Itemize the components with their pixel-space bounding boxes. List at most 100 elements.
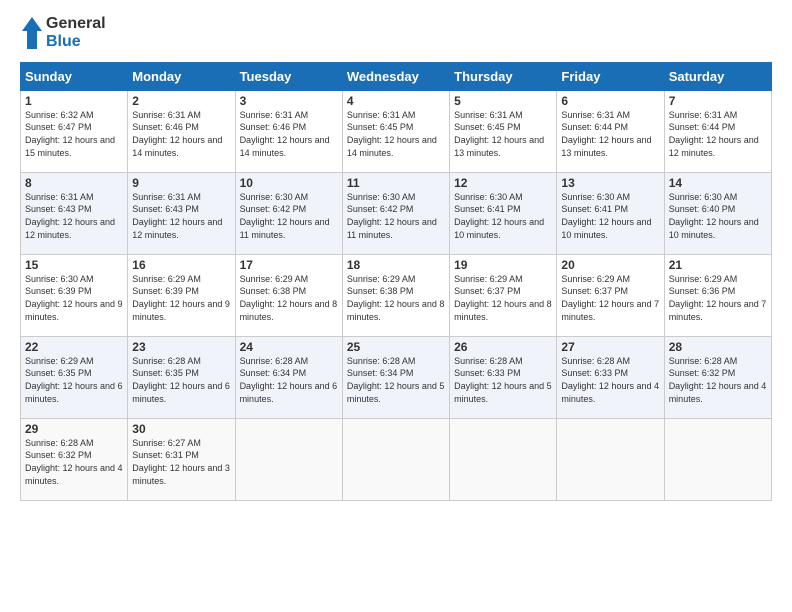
calendar-cell — [342, 418, 449, 500]
day-number: 17 — [240, 258, 338, 272]
day-number: 18 — [347, 258, 445, 272]
day-info: Sunrise: 6:31 AMSunset: 6:43 PMDaylight:… — [25, 191, 123, 241]
calendar-cell: 6Sunrise: 6:31 AMSunset: 6:44 PMDaylight… — [557, 90, 664, 172]
header: General Blue — [20, 15, 772, 52]
calendar-header-row: SundayMondayTuesdayWednesdayThursdayFrid… — [21, 62, 772, 90]
day-number: 22 — [25, 340, 123, 354]
calendar-cell: 2Sunrise: 6:31 AMSunset: 6:46 PMDaylight… — [128, 90, 235, 172]
day-info: Sunrise: 6:28 AMSunset: 6:33 PMDaylight:… — [561, 355, 659, 405]
day-number: 7 — [669, 94, 767, 108]
day-number: 14 — [669, 176, 767, 190]
calendar-cell: 23Sunrise: 6:28 AMSunset: 6:35 PMDayligh… — [128, 336, 235, 418]
day-number: 6 — [561, 94, 659, 108]
day-info: Sunrise: 6:29 AMSunset: 6:39 PMDaylight:… — [132, 273, 230, 323]
day-info: Sunrise: 6:29 AMSunset: 6:35 PMDaylight:… — [25, 355, 123, 405]
day-number: 27 — [561, 340, 659, 354]
day-info: Sunrise: 6:30 AMSunset: 6:39 PMDaylight:… — [25, 273, 123, 323]
calendar-cell: 27Sunrise: 6:28 AMSunset: 6:33 PMDayligh… — [557, 336, 664, 418]
day-number: 5 — [454, 94, 552, 108]
day-number: 30 — [132, 422, 230, 436]
calendar-cell: 14Sunrise: 6:30 AMSunset: 6:40 PMDayligh… — [664, 172, 771, 254]
day-info: Sunrise: 6:29 AMSunset: 6:37 PMDaylight:… — [561, 273, 659, 323]
calendar-cell — [235, 418, 342, 500]
day-info: Sunrise: 6:30 AMSunset: 6:41 PMDaylight:… — [561, 191, 659, 241]
day-number: 8 — [25, 176, 123, 190]
day-number: 24 — [240, 340, 338, 354]
calendar-cell: 8Sunrise: 6:31 AMSunset: 6:43 PMDaylight… — [21, 172, 128, 254]
calendar-week-1: 1Sunrise: 6:32 AMSunset: 6:47 PMDaylight… — [21, 90, 772, 172]
calendar-cell: 24Sunrise: 6:28 AMSunset: 6:34 PMDayligh… — [235, 336, 342, 418]
day-number: 23 — [132, 340, 230, 354]
calendar-cell: 26Sunrise: 6:28 AMSunset: 6:33 PMDayligh… — [450, 336, 557, 418]
day-info: Sunrise: 6:29 AMSunset: 6:38 PMDaylight:… — [347, 273, 445, 323]
calendar-cell — [557, 418, 664, 500]
calendar-week-2: 8Sunrise: 6:31 AMSunset: 6:43 PMDaylight… — [21, 172, 772, 254]
calendar-cell: 28Sunrise: 6:28 AMSunset: 6:32 PMDayligh… — [664, 336, 771, 418]
day-info: Sunrise: 6:31 AMSunset: 6:44 PMDaylight:… — [669, 109, 767, 159]
day-number: 16 — [132, 258, 230, 272]
logo-general: General — [46, 15, 106, 33]
day-info: Sunrise: 6:29 AMSunset: 6:38 PMDaylight:… — [240, 273, 338, 323]
logo-bird-icon — [20, 15, 44, 51]
calendar-header-tuesday: Tuesday — [235, 62, 342, 90]
calendar-cell: 18Sunrise: 6:29 AMSunset: 6:38 PMDayligh… — [342, 254, 449, 336]
day-info: Sunrise: 6:31 AMSunset: 6:46 PMDaylight:… — [240, 109, 338, 159]
day-number: 13 — [561, 176, 659, 190]
calendar-cell: 10Sunrise: 6:30 AMSunset: 6:42 PMDayligh… — [235, 172, 342, 254]
day-number: 28 — [669, 340, 767, 354]
calendar-header-thursday: Thursday — [450, 62, 557, 90]
day-info: Sunrise: 6:28 AMSunset: 6:34 PMDaylight:… — [240, 355, 338, 405]
calendar-header-monday: Monday — [128, 62, 235, 90]
calendar-cell: 25Sunrise: 6:28 AMSunset: 6:34 PMDayligh… — [342, 336, 449, 418]
calendar-cell: 9Sunrise: 6:31 AMSunset: 6:43 PMDaylight… — [128, 172, 235, 254]
calendar-cell: 1Sunrise: 6:32 AMSunset: 6:47 PMDaylight… — [21, 90, 128, 172]
calendar-cell: 29Sunrise: 6:28 AMSunset: 6:32 PMDayligh… — [21, 418, 128, 500]
calendar-cell: 3Sunrise: 6:31 AMSunset: 6:46 PMDaylight… — [235, 90, 342, 172]
calendar-header-wednesday: Wednesday — [342, 62, 449, 90]
day-info: Sunrise: 6:29 AMSunset: 6:36 PMDaylight:… — [669, 273, 767, 323]
calendar-week-4: 22Sunrise: 6:29 AMSunset: 6:35 PMDayligh… — [21, 336, 772, 418]
day-info: Sunrise: 6:28 AMSunset: 6:32 PMDaylight:… — [25, 437, 123, 487]
calendar-cell: 5Sunrise: 6:31 AMSunset: 6:45 PMDaylight… — [450, 90, 557, 172]
day-info: Sunrise: 6:29 AMSunset: 6:37 PMDaylight:… — [454, 273, 552, 323]
calendar-cell: 20Sunrise: 6:29 AMSunset: 6:37 PMDayligh… — [557, 254, 664, 336]
calendar-week-5: 29Sunrise: 6:28 AMSunset: 6:32 PMDayligh… — [21, 418, 772, 500]
day-number: 1 — [25, 94, 123, 108]
logo-container: General Blue — [20, 15, 106, 52]
logo-blue: Blue — [46, 33, 106, 51]
day-number: 25 — [347, 340, 445, 354]
day-number: 15 — [25, 258, 123, 272]
calendar-header-friday: Friday — [557, 62, 664, 90]
calendar-cell: 19Sunrise: 6:29 AMSunset: 6:37 PMDayligh… — [450, 254, 557, 336]
day-info: Sunrise: 6:31 AMSunset: 6:45 PMDaylight:… — [347, 109, 445, 159]
day-number: 4 — [347, 94, 445, 108]
day-info: Sunrise: 6:30 AMSunset: 6:40 PMDaylight:… — [669, 191, 767, 241]
day-number: 3 — [240, 94, 338, 108]
calendar-cell: 17Sunrise: 6:29 AMSunset: 6:38 PMDayligh… — [235, 254, 342, 336]
calendar-cell: 22Sunrise: 6:29 AMSunset: 6:35 PMDayligh… — [21, 336, 128, 418]
calendar-cell — [664, 418, 771, 500]
day-number: 19 — [454, 258, 552, 272]
day-info: Sunrise: 6:30 AMSunset: 6:41 PMDaylight:… — [454, 191, 552, 241]
day-info: Sunrise: 6:30 AMSunset: 6:42 PMDaylight:… — [240, 191, 338, 241]
day-info: Sunrise: 6:31 AMSunset: 6:44 PMDaylight:… — [561, 109, 659, 159]
day-info: Sunrise: 6:30 AMSunset: 6:42 PMDaylight:… — [347, 191, 445, 241]
calendar-cell — [450, 418, 557, 500]
day-info: Sunrise: 6:28 AMSunset: 6:32 PMDaylight:… — [669, 355, 767, 405]
day-info: Sunrise: 6:28 AMSunset: 6:35 PMDaylight:… — [132, 355, 230, 405]
calendar-cell: 13Sunrise: 6:30 AMSunset: 6:41 PMDayligh… — [557, 172, 664, 254]
day-info: Sunrise: 6:31 AMSunset: 6:45 PMDaylight:… — [454, 109, 552, 159]
day-info: Sunrise: 6:28 AMSunset: 6:34 PMDaylight:… — [347, 355, 445, 405]
day-number: 26 — [454, 340, 552, 354]
day-number: 2 — [132, 94, 230, 108]
day-number: 11 — [347, 176, 445, 190]
day-number: 21 — [669, 258, 767, 272]
calendar-cell: 12Sunrise: 6:30 AMSunset: 6:41 PMDayligh… — [450, 172, 557, 254]
calendar: SundayMondayTuesdayWednesdayThursdayFrid… — [20, 62, 772, 501]
day-info: Sunrise: 6:27 AMSunset: 6:31 PMDaylight:… — [132, 437, 230, 487]
day-info: Sunrise: 6:31 AMSunset: 6:43 PMDaylight:… — [132, 191, 230, 241]
calendar-header-saturday: Saturday — [664, 62, 771, 90]
calendar-cell: 7Sunrise: 6:31 AMSunset: 6:44 PMDaylight… — [664, 90, 771, 172]
page: General Blue SundayMondayTuesdayWednesda… — [0, 0, 792, 612]
calendar-header-sunday: Sunday — [21, 62, 128, 90]
